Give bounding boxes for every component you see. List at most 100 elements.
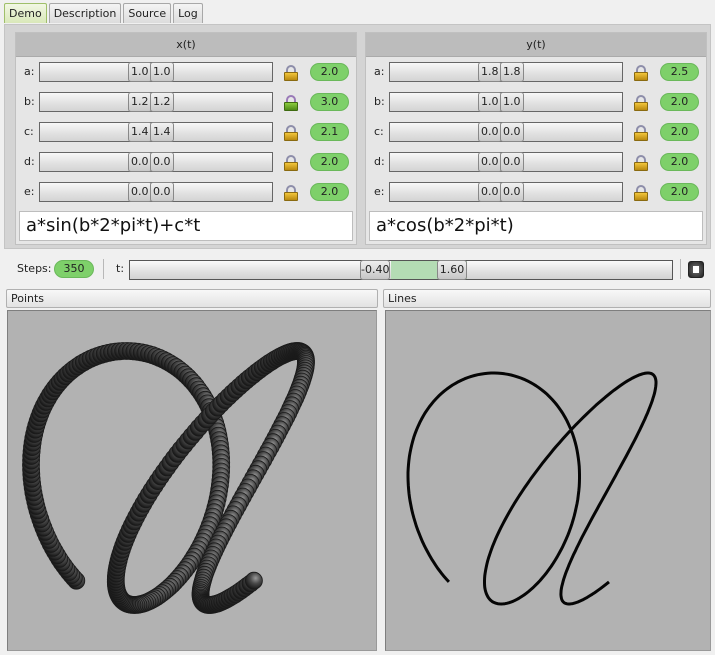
range-value[interactable]: 2.0: [660, 123, 699, 141]
param-slider[interactable]: 0.0 0.0: [389, 122, 623, 142]
range-value[interactable]: 2.0: [310, 63, 349, 81]
slider-low-handle[interactable]: 1.0: [128, 62, 152, 82]
tab-demo[interactable]: Demo: [4, 3, 47, 23]
param-row: b: 1.2 1.2 3.0: [16, 87, 356, 117]
param-row: e: 0.0 0.0 2.0: [16, 177, 356, 207]
lock-icon[interactable]: [634, 155, 648, 171]
slider-high-handle[interactable]: 1.2: [150, 92, 174, 112]
steps-toolbar: Steps: 350 t: -0.40 1.60: [0, 252, 715, 286]
param-slider[interactable]: 0.0 0.0: [39, 152, 273, 172]
group-title: x(t): [16, 33, 356, 57]
lock-icon[interactable]: [634, 185, 648, 201]
param-label: e:: [24, 185, 35, 198]
slider-high-handle[interactable]: 1.8: [500, 62, 524, 82]
slider-low-handle[interactable]: 1.4: [128, 122, 152, 142]
lock-icon[interactable]: [284, 155, 298, 171]
slider-low-handle[interactable]: 0.0: [128, 182, 152, 202]
lock-icon[interactable]: [284, 125, 298, 141]
slider-high-handle[interactable]: 0.0: [150, 182, 174, 202]
tab-description[interactable]: Description: [48, 3, 122, 23]
lock-icon[interactable]: [284, 65, 298, 81]
tab-bar: Demo Description Source Log: [4, 3, 205, 24]
range-value[interactable]: 3.0: [310, 93, 349, 111]
y-function-group: y(t) a: 1.8 1.8 2.5 b: 1.0 1.0 2.0 c: 0.0 0.0 2.0 d:…: [365, 32, 707, 245]
range-value[interactable]: 2.0: [660, 153, 699, 171]
lock-icon[interactable]: [284, 95, 298, 111]
param-row: c: 0.0 0.0 2.0: [366, 117, 706, 147]
t-high-handle[interactable]: 1.60: [437, 260, 467, 280]
slider-high-handle[interactable]: 0.0: [500, 122, 524, 142]
range-value[interactable]: 2.0: [310, 183, 349, 201]
param-row: d: 0.0 0.0 2.0: [16, 147, 356, 177]
lines-canvas[interactable]: [385, 310, 711, 651]
slider-high-handle[interactable]: 1.0: [150, 62, 174, 82]
param-slider[interactable]: 1.4 1.4: [39, 122, 273, 142]
slider-high-handle[interactable]: 0.0: [500, 152, 524, 172]
param-label: d:: [374, 155, 385, 168]
lines-view-title: Lines: [383, 289, 711, 308]
param-label: c:: [374, 125, 384, 138]
range-value[interactable]: 2.0: [310, 153, 349, 171]
stop-icon: [693, 266, 699, 273]
curve-line: [406, 371, 658, 606]
param-slider[interactable]: 0.0 0.0: [389, 152, 623, 172]
range-value[interactable]: 2.5: [660, 63, 699, 81]
range-value[interactable]: 2.0: [660, 93, 699, 111]
range-value[interactable]: 2.1: [310, 123, 349, 141]
param-label: a:: [374, 65, 385, 78]
slider-low-handle[interactable]: 0.0: [478, 152, 502, 172]
param-row: b: 1.0 1.0 2.0: [366, 87, 706, 117]
tab-log[interactable]: Log: [173, 3, 203, 23]
points-view-title: Points: [6, 289, 378, 308]
steps-label: Steps:: [17, 262, 52, 275]
param-row: c: 1.4 1.4 2.1: [16, 117, 356, 147]
group-title: y(t): [366, 33, 706, 57]
separator: [103, 259, 104, 279]
range-value[interactable]: 2.0: [660, 183, 699, 201]
slider-low-handle[interactable]: 1.0: [478, 92, 502, 112]
param-label: c:: [24, 125, 34, 138]
param-row: a: 1.0 1.0 2.0: [16, 57, 356, 87]
slider-low-handle[interactable]: 1.8: [478, 62, 502, 82]
param-label: e:: [374, 185, 385, 198]
param-slider[interactable]: 1.8 1.8: [389, 62, 623, 82]
param-slider[interactable]: 1.0 1.0: [389, 92, 623, 112]
tab-source[interactable]: Source: [123, 3, 172, 23]
slider-low-handle[interactable]: 0.0: [478, 182, 502, 202]
x-function-group: x(t) a: 1.0 1.0 2.0 b: 1.2 1.2 3.0 c: 1.4 1.4 2.1 d:…: [15, 32, 357, 245]
steps-value[interactable]: 350: [54, 260, 94, 278]
lock-icon[interactable]: [634, 125, 648, 141]
lock-icon[interactable]: [634, 95, 648, 111]
slider-low-handle[interactable]: 0.0: [128, 152, 152, 172]
param-label: b:: [24, 95, 35, 108]
param-label: a:: [24, 65, 35, 78]
separator: [680, 259, 681, 279]
parameters-panel: x(t) a: 1.0 1.0 2.0 b: 1.2 1.2 3.0 c: 1.4 1.4 2.1 d:…: [4, 24, 711, 249]
points-plot: [22, 342, 315, 614]
param-row: e: 0.0 0.0 2.0: [366, 177, 706, 207]
param-row: a: 1.8 1.8 2.5: [366, 57, 706, 87]
param-slider[interactable]: 1.2 1.2: [39, 92, 273, 112]
t-low-handle[interactable]: -0.40: [360, 260, 390, 280]
points-canvas[interactable]: [7, 310, 377, 651]
lock-icon[interactable]: [634, 65, 648, 81]
param-row: d: 0.0 0.0 2.0: [366, 147, 706, 177]
param-slider[interactable]: 0.0 0.0: [389, 182, 623, 202]
t-range-slider[interactable]: -0.40 1.60: [129, 260, 673, 280]
param-slider[interactable]: 1.0 1.0: [39, 62, 273, 82]
x-expression-input[interactable]: a*sin(b*2*pi*t)+c*t: [19, 211, 353, 241]
slider-low-handle[interactable]: 1.2: [128, 92, 152, 112]
slider-low-handle[interactable]: 0.0: [478, 122, 502, 142]
slider-high-handle[interactable]: 1.4: [150, 122, 174, 142]
stop-button[interactable]: [688, 261, 704, 278]
curve-point: [244, 571, 263, 590]
slider-high-handle[interactable]: 0.0: [150, 152, 174, 172]
slider-high-handle[interactable]: 0.0: [500, 182, 524, 202]
lock-icon[interactable]: [284, 185, 298, 201]
t-label: t:: [116, 262, 125, 275]
y-expression-input[interactable]: a*cos(b*2*pi*t): [369, 211, 703, 241]
param-label: b:: [374, 95, 385, 108]
lines-plot: [406, 371, 658, 606]
param-slider[interactable]: 0.0 0.0: [39, 182, 273, 202]
slider-high-handle[interactable]: 1.0: [500, 92, 524, 112]
